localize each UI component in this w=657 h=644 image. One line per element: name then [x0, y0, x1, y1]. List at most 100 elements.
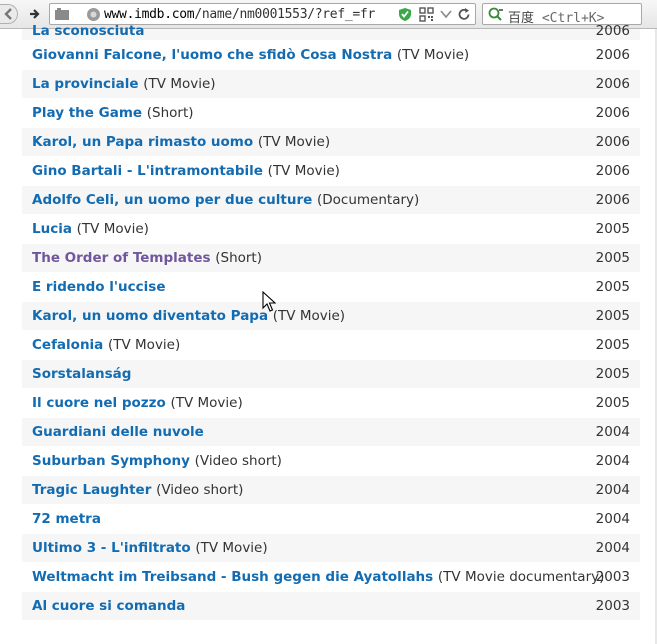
- film-title-link[interactable]: Al cuore si comanda: [32, 598, 185, 614]
- url-path: /name/nm0001553/?ref_=fr: [194, 7, 375, 22]
- film-type-label: (TV Movie): [195, 540, 268, 556]
- film-type-label: (TV Movie): [396, 47, 470, 63]
- film-type-label: (TV Movie): [272, 308, 346, 324]
- shield-check-icon[interactable]: [398, 7, 412, 22]
- film-title-link[interactable]: The Order of Templates: [32, 250, 211, 266]
- qr-code-icon[interactable]: [419, 7, 434, 22]
- film-title-link[interactable]: Ultimo 3 - L'infiltrato: [32, 540, 191, 556]
- film-entry: Adolfo Celi, un uomo per due culture (Do…: [32, 192, 419, 208]
- film-title-link[interactable]: E ridendo l'uccise: [32, 279, 165, 295]
- filmography-row: Lucia (TV Movie) 2005: [22, 215, 640, 244]
- film-title-link[interactable]: Guardiani delle nuvole: [32, 424, 204, 440]
- filmography-row: Tragic Laughter (Video short) 2004: [22, 476, 640, 505]
- filmography-row: Il cuore nel pozzo (TV Movie) 2005: [22, 389, 640, 418]
- film-type-label: (TV Movie): [267, 163, 340, 179]
- film-title-link[interactable]: Tragic Laughter: [32, 482, 151, 498]
- film-year: 2004: [595, 424, 630, 440]
- film-title-link[interactable]: Gino Bartali - L'intramontabile: [32, 163, 263, 179]
- film-entry: Suburban Symphony (Video short): [32, 453, 282, 469]
- chevron-down-icon[interactable]: [440, 9, 452, 19]
- film-year: 2005: [595, 395, 630, 411]
- search-icon: [488, 7, 503, 21]
- film-title-link[interactable]: Il cuore nel pozzo: [32, 395, 166, 411]
- film-title-link[interactable]: Karol, un Papa rimasto uomo: [32, 134, 253, 150]
- film-type-label: (Video short): [156, 482, 244, 498]
- filmography-row: Gino Bartali - L'intramontabile (TV Movi…: [22, 157, 640, 186]
- film-entry: Al cuore si comanda: [32, 598, 185, 614]
- film-year: 2003: [595, 598, 630, 614]
- filmography-row: Giovanni Falcone, l'uomo che sfidò Cosa …: [22, 41, 640, 70]
- film-entry: Sorstalanság: [32, 366, 131, 382]
- film-entry: Giovanni Falcone, l'uomo che sfidò Cosa …: [32, 47, 469, 63]
- film-year: 2006: [595, 192, 630, 208]
- arrow-right-icon: [30, 9, 40, 19]
- film-title-link[interactable]: Cefalonia: [32, 337, 103, 353]
- film-entry: Weltmacht im Treibsand - Bush gegen die …: [32, 569, 604, 585]
- film-title-link[interactable]: La sconosciuta: [32, 23, 144, 39]
- arrow-left-icon: [3, 8, 12, 20]
- film-type-label: (TV Movie): [108, 337, 181, 353]
- film-title-link[interactable]: La provinciale: [32, 76, 139, 92]
- search-bar[interactable]: 百度 <Ctrl+K>: [482, 3, 642, 26]
- film-title-link[interactable]: Sorstalanság: [32, 366, 131, 382]
- film-title-link[interactable]: Adolfo Celi, un uomo per due culture: [32, 192, 312, 208]
- film-entry: Cefalonia (TV Movie): [32, 337, 180, 353]
- film-entry: Karol, un Papa rimasto uomo (TV Movie): [32, 134, 330, 150]
- filmography-row: Guardiani delle nuvole 2004: [22, 418, 640, 447]
- film-year: 2006: [595, 23, 630, 39]
- film-entry: Play the Game (Short): [32, 105, 194, 121]
- filmography-list: La sconosciuta 2006 Giovanni Falcone, l'uo…: [22, 23, 640, 621]
- film-title-link[interactable]: Karol, un uomo diventato Papa: [32, 308, 268, 324]
- film-year: 2004: [595, 453, 630, 469]
- url-host: www.imdb.com: [104, 7, 195, 22]
- film-title-link[interactable]: Lucia: [32, 221, 72, 237]
- film-entry: 72 metra: [32, 511, 101, 527]
- filmography-row: The Order of Templates (Short) 2005: [22, 244, 640, 273]
- film-year: 2005: [595, 279, 630, 295]
- film-year: 2005: [595, 337, 630, 353]
- filmography-row: Karol, un uomo diventato Papa (TV Movie)…: [22, 302, 640, 331]
- film-entry: Karol, un uomo diventato Papa (TV Movie): [32, 308, 345, 324]
- film-title-link[interactable]: Giovanni Falcone, l'uomo che sfidò Cosa …: [32, 47, 392, 63]
- filmography-row: La provinciale (TV Movie) 2006: [22, 70, 640, 99]
- film-year: 2004: [595, 540, 630, 556]
- bookmark-icon[interactable]: [54, 7, 70, 22]
- address-bar[interactable]: www.imdb.com/name/nm0001553/?ref_=fr: [49, 3, 476, 25]
- filmography-row: Play the Game (Short) 2006: [22, 99, 640, 128]
- film-title-link[interactable]: Weltmacht im Treibsand - Bush gegen die …: [32, 569, 433, 585]
- film-type-label: (Short): [215, 250, 262, 266]
- filmography-row: Weltmacht im Treibsand - Bush gegen die …: [22, 563, 640, 592]
- film-year: 2005: [595, 308, 630, 324]
- film-type-label: (Documentary): [317, 192, 420, 208]
- film-title-link[interactable]: 72 metra: [32, 511, 101, 527]
- film-title-link[interactable]: Suburban Symphony: [32, 453, 190, 469]
- filmography-row: Sorstalanság 2005: [22, 360, 640, 389]
- back-button[interactable]: [0, 4, 18, 24]
- film-type-label: (TV Movie): [76, 221, 149, 237]
- film-year: 2003: [595, 569, 630, 585]
- film-year: 2006: [595, 76, 630, 92]
- forward-button[interactable]: [24, 4, 44, 24]
- film-type-label: (Short): [146, 105, 194, 121]
- film-entry: Il cuore nel pozzo (TV Movie): [32, 395, 243, 411]
- film-year: 2004: [595, 511, 630, 527]
- film-title-link[interactable]: Play the Game: [32, 105, 142, 121]
- film-year: 2006: [595, 134, 630, 150]
- film-entry: The Order of Templates (Short): [32, 250, 262, 266]
- film-entry: La provinciale (TV Movie): [32, 76, 216, 92]
- film-entry: Guardiani delle nuvole: [32, 424, 204, 440]
- search-placeholder: 百度 <Ctrl+K>: [508, 7, 604, 26]
- film-entry: La sconosciuta: [32, 23, 144, 39]
- filmography-row: Al cuore si comanda 2003: [22, 592, 640, 621]
- film-type-label: (TV Movie documentary): [437, 569, 605, 585]
- film-year: 2005: [595, 250, 630, 266]
- film-entry: Gino Bartali - L'intramontabile (TV Movi…: [32, 163, 340, 179]
- reload-icon[interactable]: [457, 7, 471, 22]
- filmography-row: Karol, un Papa rimasto uomo (TV Movie) 20…: [22, 128, 640, 157]
- film-entry: Tragic Laughter (Video short): [32, 482, 243, 498]
- film-type-label: (TV Movie): [143, 76, 216, 92]
- url-text[interactable]: www.imdb.com/name/nm0001553/?ref_=fr: [104, 7, 375, 22]
- film-year: 2005: [595, 221, 630, 237]
- filmography-row: La sconosciuta 2006: [22, 23, 640, 41]
- film-entry: E ridendo l'uccise: [32, 279, 165, 295]
